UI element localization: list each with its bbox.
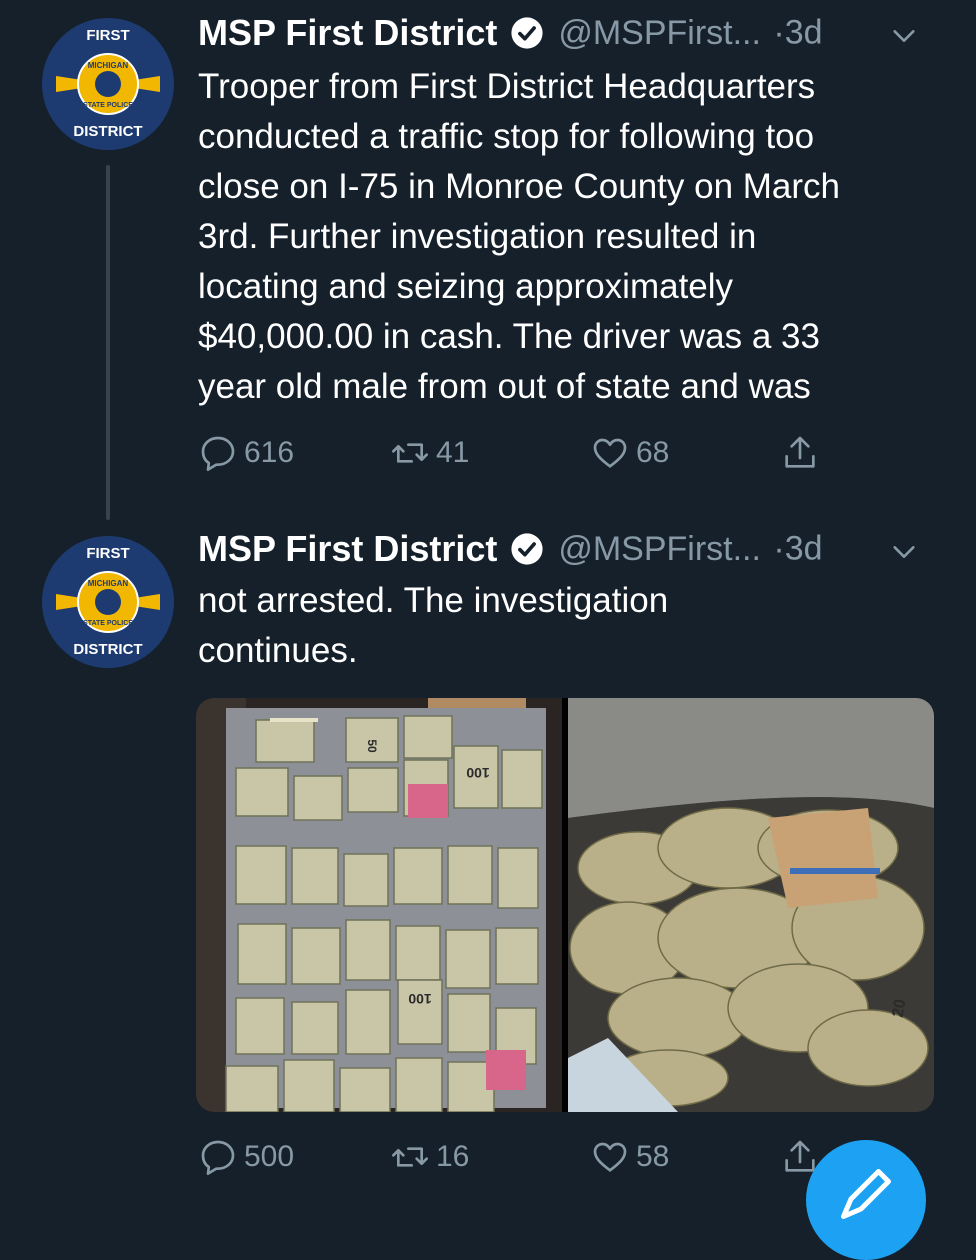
text-line: Trooper from First District Headquarters <box>198 67 816 106</box>
timestamp[interactable]: 3d <box>785 14 823 52</box>
svg-text:20: 20 <box>890 998 910 1019</box>
timestamp[interactable]: 3d <box>785 530 823 568</box>
compose-button[interactable] <box>806 1140 926 1260</box>
retweet-icon <box>392 443 428 463</box>
user-handle[interactable]: @MSPFirst... <box>558 530 761 568</box>
text-line: locating and seizing approximately <box>198 267 734 306</box>
compose-icon <box>841 1169 891 1219</box>
text-line: $40,000.00 in cash. The driver was a 33 <box>198 317 820 356</box>
like-count: 68 <box>636 436 670 469</box>
text-line: year old male from out of state and was <box>198 367 811 406</box>
tweet-1[interactable]: FIRST MICHIGAN STATE POLICE DISTRICT MSP… <box>0 0 976 520</box>
svg-text:100: 100 <box>408 991 432 1007</box>
verified-badge-icon <box>511 17 543 49</box>
like-button[interactable]: 68 <box>590 428 669 478</box>
user-handle[interactable]: @MSPFirst... <box>558 14 761 52</box>
tweet-text: Trooper from First District Headquarters… <box>198 62 948 412</box>
text-line: not arrested. The investigation <box>198 581 669 620</box>
reply-icon <box>201 1140 235 1175</box>
like-icon <box>593 438 627 468</box>
svg-text:DISTRICT: DISTRICT <box>73 641 142 658</box>
reply-count: 616 <box>244 436 295 469</box>
retweet-icon <box>392 1147 428 1167</box>
text-line: conducted a traffic stop for following t… <box>198 117 815 156</box>
svg-text:FIRST: FIRST <box>86 545 129 562</box>
display-name[interactable]: MSP First District <box>198 12 497 53</box>
retweet-button[interactable]: 16 <box>390 1132 469 1182</box>
reply-button[interactable]: 616 <box>198 428 294 478</box>
like-button[interactable]: 58 <box>590 1132 669 1182</box>
chevron-down-icon[interactable] <box>890 22 918 50</box>
svg-text:MICHIGAN: MICHIGAN <box>88 579 129 588</box>
share-button[interactable] <box>780 428 820 478</box>
tweet-text: not arrested. The investigation continue… <box>198 576 948 676</box>
media-grid: 100 100 50 20 <box>196 698 934 1112</box>
reply-button[interactable]: 500 <box>198 1132 294 1182</box>
tweet-actions: 616 41 68 <box>198 428 938 478</box>
display-name[interactable]: MSP First District <box>198 528 497 569</box>
share-icon <box>785 436 815 468</box>
reply-icon <box>201 436 235 471</box>
text-line: continues. <box>198 631 358 670</box>
avatar[interactable]: FIRST MICHIGAN STATE POLICE DISTRICT <box>42 536 174 668</box>
svg-text:STATE POLICE: STATE POLICE <box>83 102 133 109</box>
tweet-header: MSP First District @MSPFirst... ·3d <box>198 12 958 58</box>
svg-text:100: 100 <box>466 765 490 781</box>
text-line: close on I-75 in Monroe County on March <box>198 167 840 206</box>
verified-badge-icon <box>511 533 543 565</box>
text-line: 3rd. Further investigation resulted in <box>198 217 757 256</box>
svg-text:FIRST: FIRST <box>86 27 129 44</box>
retweet-count: 16 <box>436 1140 470 1173</box>
svg-text:STATE POLICE: STATE POLICE <box>83 620 133 627</box>
tweet-header: MSP First District @MSPFirst... ·3d <box>198 528 958 574</box>
svg-text:MICHIGAN: MICHIGAN <box>88 61 129 70</box>
retweet-button[interactable]: 41 <box>390 428 469 478</box>
like-count: 58 <box>636 1140 670 1173</box>
photo-cash-in-bag[interactable]: 20 <box>568 698 934 1112</box>
svg-text:DISTRICT: DISTRICT <box>73 123 142 140</box>
thread-connector <box>106 165 110 520</box>
avatar[interactable]: FIRST MICHIGAN STATE POLICE DISTRICT <box>42 18 174 150</box>
chevron-down-icon[interactable] <box>890 538 918 566</box>
separator: · <box>773 529 785 568</box>
reply-count: 500 <box>244 1140 295 1173</box>
like-icon <box>593 1142 627 1172</box>
photo-cash-on-table[interactable]: 100 100 50 <box>196 698 562 1112</box>
svg-text:50: 50 <box>365 739 379 753</box>
separator: · <box>773 13 785 52</box>
retweet-count: 41 <box>436 436 470 469</box>
